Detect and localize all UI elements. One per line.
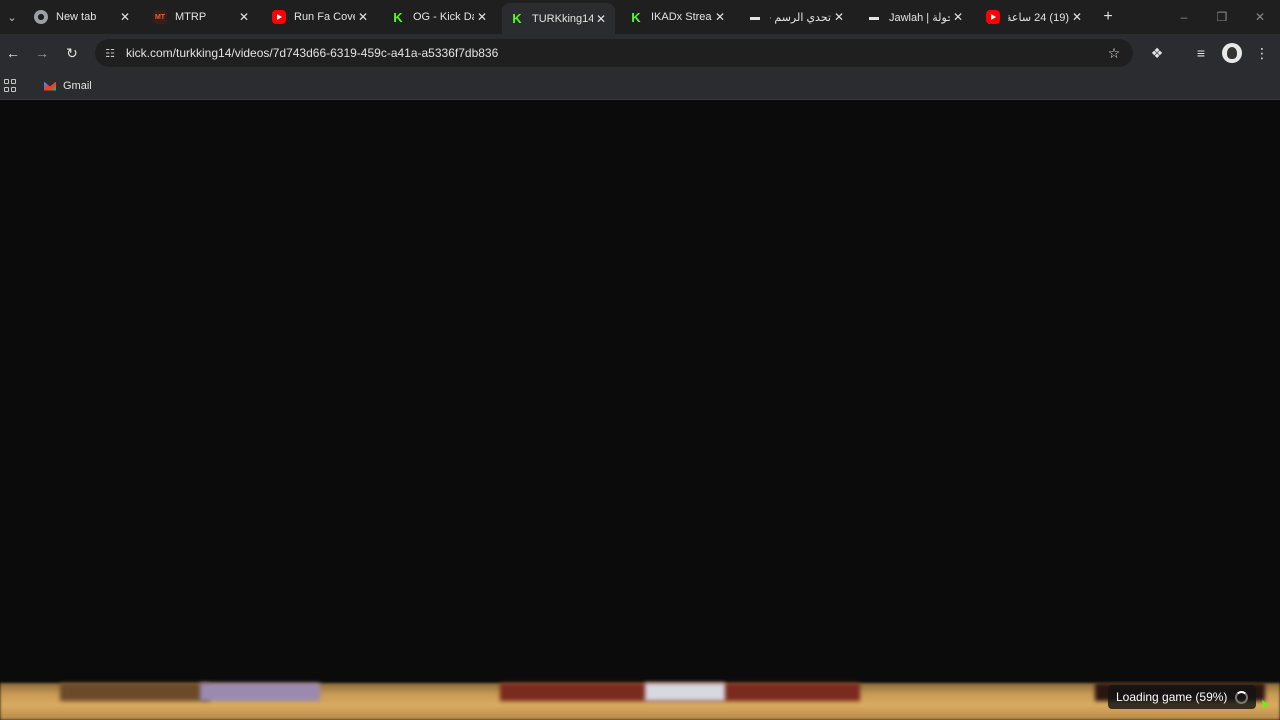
tab-24-hours[interactable]: (19) 24 ساعة ✕ xyxy=(978,4,1091,30)
video-frame-detail xyxy=(200,683,320,701)
tab-close-icon[interactable]: ✕ xyxy=(831,9,847,25)
tab-title: TURKking14 xyxy=(532,12,593,25)
kebab-menu-icon[interactable]: ⋮ xyxy=(1252,43,1272,63)
mtrp-icon: MT xyxy=(153,10,167,24)
tab-mtrp[interactable]: MT MTRP ✕ xyxy=(145,4,258,30)
tab-og-kick[interactable]: K OG - Kick Da ✕ xyxy=(383,4,496,30)
video-player[interactable]: Loading game (59%) xyxy=(0,101,1280,720)
tab-ikadx-stream[interactable]: K IKADx Stream ✕ xyxy=(621,4,734,30)
tab-close-icon[interactable]: ✕ xyxy=(117,9,133,25)
loading-game-indicator: Loading game (59%) xyxy=(1108,685,1257,709)
browser-toolbar: ← → ↻ ☷ kick.com/turkking14/videos/7d743… xyxy=(0,34,1280,72)
tab-close-icon[interactable]: ✕ xyxy=(712,9,728,25)
window-close-icon[interactable]: ✕ xyxy=(1250,8,1270,26)
tab-close-icon[interactable]: ✕ xyxy=(1069,9,1085,25)
jawlah-icon: ▬ xyxy=(750,11,760,23)
new-tab-plus-icon[interactable]: + xyxy=(1099,8,1117,26)
video-frame-detail xyxy=(645,683,725,701)
tab-title: (19) 24 ساعة xyxy=(1008,11,1069,24)
tab-run-fa-cover[interactable]: Run Fa Cover ✕ xyxy=(264,4,377,30)
jawlah-icon: ▬ xyxy=(869,11,879,23)
reload-icon[interactable]: ↻ xyxy=(62,43,82,63)
bookmark-star-icon[interactable]: ☆ xyxy=(1105,44,1123,62)
profile-avatar[interactable] xyxy=(1222,43,1242,63)
tab-title: IKADx Stream xyxy=(651,11,712,23)
bookmarks-bar: Gmail xyxy=(0,72,1280,100)
address-url-text[interactable]: kick.com/turkking14/videos/7d743d66-6319… xyxy=(126,46,498,60)
youtube-icon xyxy=(986,10,1000,24)
tab-close-icon[interactable]: ✕ xyxy=(950,9,966,25)
bookmark-gmail[interactable]: Gmail xyxy=(40,76,98,96)
address-bar[interactable]: ☷ kick.com/turkking14/videos/7d743d66-63… xyxy=(95,39,1133,67)
tab-close-icon[interactable]: ✕ xyxy=(236,9,252,25)
gmail-icon xyxy=(44,81,56,91)
kick-icon: K xyxy=(512,11,522,26)
tab-title: Jawlah | جولة xyxy=(889,11,950,24)
kick-icon: K xyxy=(631,9,641,25)
video-frame-detail xyxy=(60,683,210,701)
minimize-icon[interactable]: – xyxy=(1174,8,1194,26)
forward-arrow-icon[interactable]: → xyxy=(32,43,52,63)
maximize-icon[interactable]: ❒ xyxy=(1212,8,1232,26)
extensions-puzzle-icon[interactable]: ❖ xyxy=(1147,43,1167,63)
site-info-tune-icon[interactable]: ☷ xyxy=(102,45,118,61)
tab-title: New tab xyxy=(56,11,97,23)
tab-jawlah[interactable]: ▬ Jawlah | جولة ✕ xyxy=(859,4,972,30)
tab-title: MTRP xyxy=(175,11,207,23)
chrome-icon xyxy=(34,10,48,24)
bookmark-label: Gmail xyxy=(63,80,92,92)
tab-title: OG - Kick Da xyxy=(413,11,474,23)
tab-close-icon[interactable]: ✕ xyxy=(355,9,371,25)
tab-close-icon[interactable]: ✕ xyxy=(474,9,490,25)
tab-title: تحدي الرسم - xyxy=(770,11,831,24)
tab-turkking14[interactable]: K TURKking14 ✕ xyxy=(502,3,615,34)
tab-new-tab[interactable]: New tab ✕ xyxy=(26,4,139,30)
media-controls-icon[interactable]: ≡ xyxy=(1191,43,1211,63)
tab-search-chevron-icon[interactable]: ⌄ xyxy=(2,7,22,27)
tab-strip: ⌄ New tab ✕ MT MTRP ✕ Run Fa Cover ✕ K O… xyxy=(0,0,1280,34)
youtube-icon xyxy=(272,10,286,24)
loading-spinner-icon xyxy=(1235,690,1249,704)
loading-text: Loading game (59%) xyxy=(1116,690,1228,704)
tab-close-icon[interactable]: ✕ xyxy=(593,11,609,27)
tab-title: Run Fa Cover xyxy=(294,11,355,23)
kick-icon: K xyxy=(393,9,403,25)
apps-grid-icon[interactable] xyxy=(4,79,18,93)
tab-drawing-challenge[interactable]: ▬ تحدي الرسم - ✕ xyxy=(740,4,853,30)
back-arrow-icon[interactable]: ← xyxy=(3,43,23,63)
